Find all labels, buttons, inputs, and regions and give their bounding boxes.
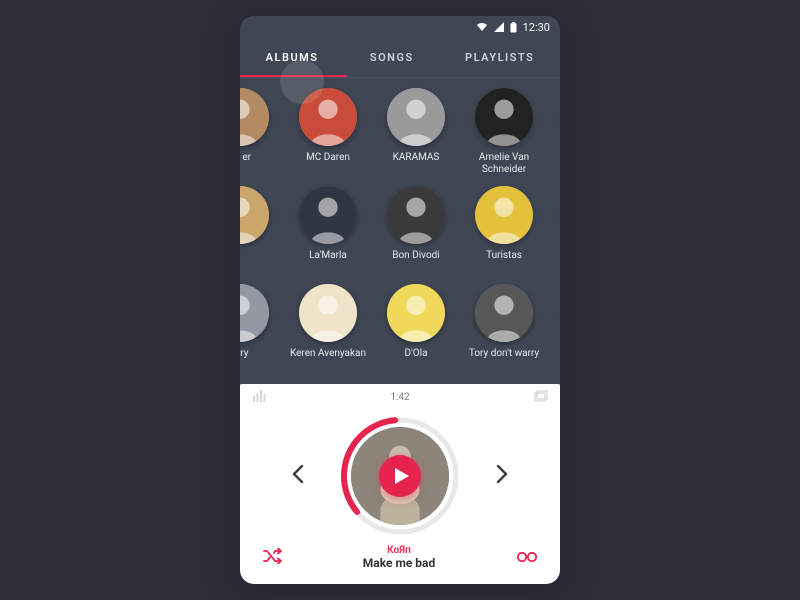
equalizer-icon[interactable] — [252, 387, 268, 406]
album-label: MC Daren — [306, 152, 350, 164]
album-art — [475, 186, 533, 244]
wifi-icon — [476, 22, 488, 32]
albums-grid[interactable]: an er MC Daren KARAMAS Amelie Van Schnei… — [240, 78, 560, 384]
album-item[interactable]: Turistas — [460, 186, 548, 284]
tab-bar: ALBUMS SONGS PLAYLISTS — [240, 38, 560, 78]
album-art — [299, 186, 357, 244]
album-art — [475, 284, 533, 342]
repeat-button[interactable] — [516, 548, 538, 567]
tab-playlists[interactable]: PLAYLISTS — [465, 47, 534, 68]
album-item[interactable]: MC Daren — [284, 88, 372, 186]
album-item[interactable]: La'Marla — [284, 186, 372, 284]
elapsed-time: 1:42 — [390, 392, 409, 403]
tab-indicator — [240, 75, 347, 77]
track-info: КоЯп Make me bad — [363, 546, 435, 570]
album-item[interactable]: Kere — [548, 284, 560, 382]
album-item[interactable]: arry — [240, 284, 284, 382]
album-item[interactable]: Tory don't warry — [460, 284, 548, 382]
album-label: Turistas — [486, 250, 522, 262]
album-art — [387, 88, 445, 146]
signal-icon — [494, 22, 504, 32]
album-item[interactable]: an er — [240, 88, 284, 186]
tab-albums[interactable]: ALBUMS — [266, 47, 319, 68]
album-item[interactable] — [548, 88, 560, 186]
battery-icon — [510, 22, 517, 33]
song-title: Make me bad — [363, 556, 435, 570]
album-art — [387, 284, 445, 342]
album-label: Keren Avenyakan — [290, 348, 366, 360]
now-playing-panel: 1:42 — [240, 384, 560, 584]
album-item[interactable]: Keren Avenyakan — [284, 284, 372, 382]
album-label: an er — [240, 152, 251, 164]
album-label: arry — [240, 348, 249, 360]
status-bar: 12:30 — [240, 16, 560, 38]
album-art — [299, 284, 357, 342]
shuffle-button[interactable] — [262, 548, 282, 568]
previous-button[interactable] — [283, 456, 313, 496]
queue-icon[interactable] — [534, 387, 548, 406]
album-label: KARAMAS — [393, 152, 440, 164]
progress-dial[interactable] — [337, 413, 463, 539]
artist-name: КоЯп — [363, 546, 435, 556]
next-button[interactable] — [487, 456, 517, 496]
album-item[interactable]: D'Ola — [372, 284, 460, 382]
album-label: Tory don't warry — [469, 348, 539, 360]
tab-songs[interactable]: SONGS — [370, 47, 414, 68]
album-label: D'Ola — [404, 348, 427, 360]
album-label: Bon Divodi — [392, 250, 439, 262]
album-item[interactable] — [548, 186, 560, 284]
play-button[interactable] — [379, 455, 421, 497]
status-time: 12:30 — [523, 21, 550, 34]
album-item[interactable]: Amelie Van Schneider — [460, 88, 548, 186]
album-art — [240, 88, 269, 146]
album-art — [240, 186, 269, 244]
album-item[interactable] — [240, 186, 284, 284]
album-art — [475, 88, 533, 146]
album-art — [387, 186, 445, 244]
album-art — [299, 88, 357, 146]
album-item[interactable]: KARAMAS — [372, 88, 460, 186]
album-label: La'Marla — [309, 250, 347, 262]
album-item[interactable]: Bon Divodi — [372, 186, 460, 284]
album-art — [240, 284, 269, 342]
album-label: Amelie Van Schneider — [464, 152, 544, 175]
phone-frame: 12:30 ALBUMS SONGS PLAYLISTS an er MC Da… — [240, 16, 560, 584]
